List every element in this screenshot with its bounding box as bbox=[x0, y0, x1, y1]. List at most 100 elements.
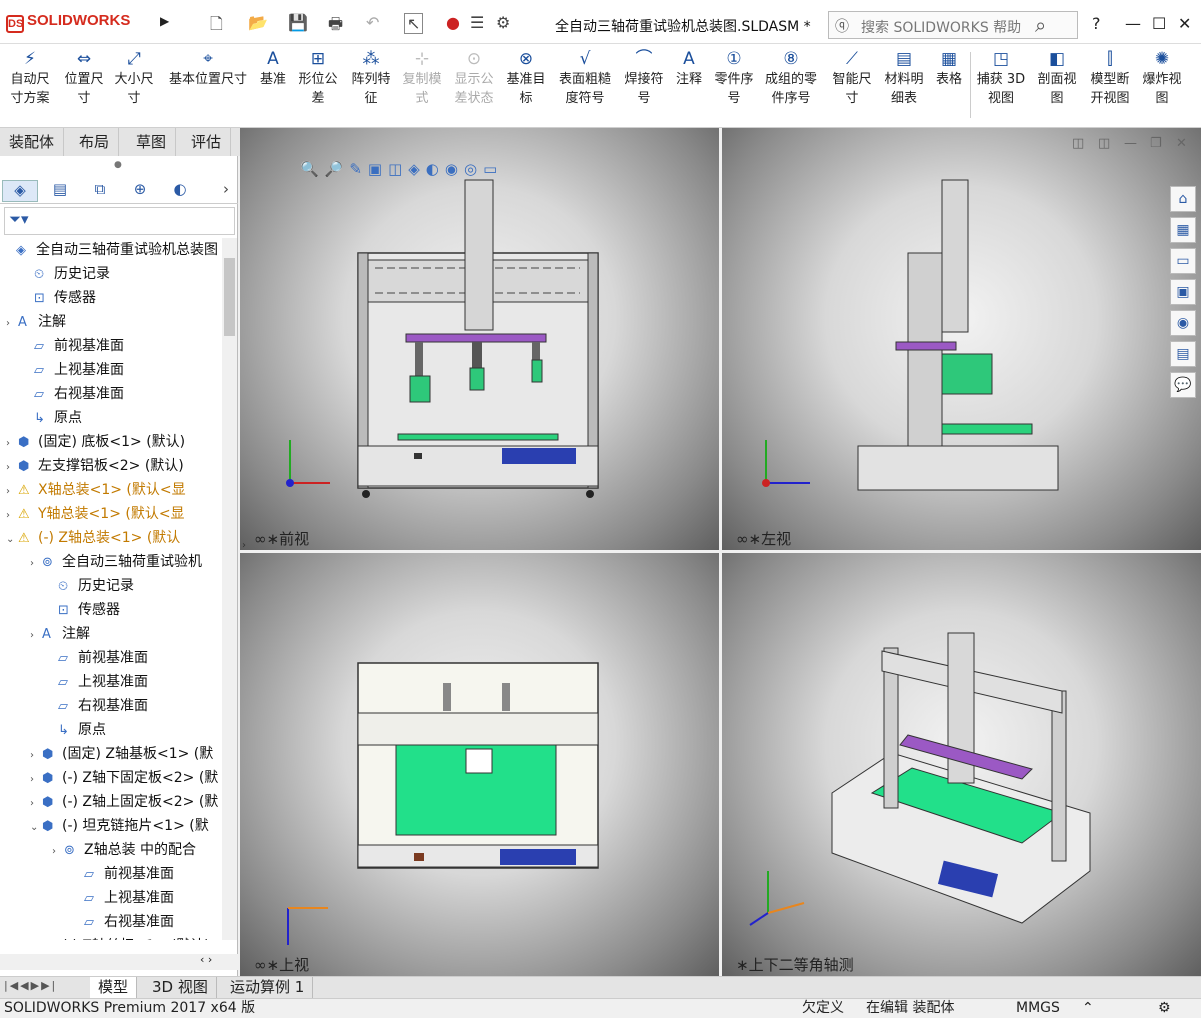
tree-filter-icon[interactable]: ⏷▾ bbox=[4, 207, 235, 235]
ribbon-button-5[interactable]: ⊞ 形位公差 bbox=[294, 50, 342, 108]
bottom-tab-2[interactable]: 运动算例 1 bbox=[222, 977, 314, 999]
expand-arrow-icon[interactable]: › bbox=[30, 768, 42, 792]
status-options-icon[interactable]: ⚙ bbox=[1158, 999, 1171, 1018]
expand-arrow-icon[interactable]: › bbox=[6, 480, 18, 504]
tree-item[interactable]: › A 注解 bbox=[30, 622, 90, 646]
panel-collapse-icon[interactable]: › bbox=[242, 540, 246, 551]
ribbon-button-16[interactable]: ▤ 材料明 细表 bbox=[880, 50, 928, 108]
expand-arrow-icon[interactable]: › bbox=[30, 744, 42, 768]
expand-arrow-icon[interactable]: › bbox=[30, 792, 42, 816]
expand-arrow-icon[interactable]: › bbox=[30, 624, 42, 648]
panel-grip-icon[interactable]: ● bbox=[114, 160, 122, 170]
property-manager-icon[interactable]: ▤ bbox=[42, 180, 78, 202]
tree-item[interactable]: ⌄ ⬢ (-) 坦克链拖片<1> (默 bbox=[30, 814, 209, 838]
design-library-icon[interactable]: ▦ bbox=[1170, 217, 1196, 243]
ribbon-button-11[interactable]: ⌒ 焊接符号 bbox=[620, 50, 668, 108]
tree-item[interactable]: ↳ 原点 bbox=[22, 406, 82, 430]
heads-up-toolbar[interactable]: 🔍🔎✎▣◫◈◐◉◎▭ bbox=[300, 160, 503, 178]
tree-item[interactable]: ›⬢(-) Z轴丝杠<1> (默认) bbox=[30, 934, 210, 940]
select-icon[interactable]: ↖ bbox=[404, 13, 424, 34]
ribbon-button-8[interactable]: ⊙ 显示公 差状态 bbox=[450, 50, 498, 108]
ribbon-button-4[interactable]: A 基准 bbox=[255, 50, 291, 89]
search-input[interactable]: 搜索 SOLIDWORKS 帮助 bbox=[861, 17, 1021, 37]
viewport-next-icon[interactable]: ◫ bbox=[1098, 136, 1110, 151]
feature-tree-icon[interactable]: ◈ bbox=[2, 180, 38, 202]
viewport-iso[interactable]: ∗上下二等角轴测 bbox=[722, 553, 1201, 976]
file-explorer-icon[interactable]: ▭ bbox=[1170, 248, 1196, 274]
tree-item[interactable]: ⊡ 传感器 bbox=[46, 598, 120, 622]
tree-item[interactable]: › ⬢ (-) Z轴下固定板<2> (默 bbox=[30, 766, 218, 790]
tree-item[interactable]: ▱ 前视基准面 bbox=[46, 646, 148, 670]
ribbon-button-21[interactable]: ✺ 爆炸视图 bbox=[1138, 50, 1186, 108]
tree-item[interactable]: ▱ 前视基准面 bbox=[22, 334, 124, 358]
tab-1[interactable]: 布局 bbox=[70, 128, 120, 156]
viewport-left[interactable]: ∞∗左视 bbox=[722, 128, 1201, 550]
tree-item[interactable]: ⊡ 传感器 bbox=[22, 286, 96, 310]
file-properties-icon[interactable]: ☰ bbox=[470, 13, 484, 32]
help-icon[interactable]: ? bbox=[1092, 14, 1101, 33]
home-icon[interactable]: ⌂ bbox=[1170, 186, 1196, 212]
tree-item[interactable]: ▱ 右视基准面 bbox=[22, 382, 124, 406]
tree-item[interactable]: ⏲ 历史记录 bbox=[22, 262, 110, 286]
tree-item[interactable]: › A 注解 bbox=[6, 310, 66, 334]
expand-arrow-icon[interactable]: › bbox=[6, 504, 18, 528]
rebuild-icon[interactable]: ● bbox=[446, 13, 460, 32]
view-palette-icon[interactable]: ▣ bbox=[1170, 279, 1196, 305]
ribbon-button-2[interactable]: ⤢ 大小尺寸 bbox=[110, 50, 158, 108]
maximize-icon[interactable]: ☐ bbox=[1152, 14, 1166, 33]
tree-item[interactable]: › ⊚ Z轴总装 中的配合 bbox=[52, 838, 196, 862]
open-icon[interactable]: 📂 bbox=[248, 13, 268, 32]
bottom-tab-0[interactable]: 模型 bbox=[90, 977, 138, 999]
ribbon-button-14[interactable]: ⑧ 成组的零 件序号 bbox=[762, 50, 820, 108]
tree-scrollbar[interactable] bbox=[222, 238, 237, 940]
viewport-front[interactable]: ∞∗前视 bbox=[240, 128, 719, 550]
ribbon-button-10[interactable]: √ 表面粗糙 度符号 bbox=[555, 50, 615, 108]
expand-arrow-icon[interactable]: › bbox=[6, 312, 18, 336]
viewport-close-icon[interactable]: ✕ bbox=[1176, 136, 1187, 151]
tab-scroll-icon[interactable]: |◀◀▶▶| bbox=[4, 979, 57, 992]
expand-arrow-icon[interactable]: › bbox=[30, 936, 42, 940]
search-icon[interactable]: ⌕ bbox=[1035, 13, 1046, 37]
configuration-icon[interactable]: ⧉ bbox=[82, 180, 118, 202]
tree-item[interactable]: › ⬢ (固定) Z轴基板<1> (默 bbox=[30, 742, 213, 766]
ribbon-button-12[interactable]: A 注释 bbox=[672, 50, 706, 89]
new-icon[interactable]: 🗋 bbox=[210, 13, 223, 40]
tab-3[interactable]: 评估 bbox=[182, 128, 232, 156]
viewport-splitter-horizontal[interactable] bbox=[240, 550, 1201, 553]
expand-arrow-icon[interactable]: › bbox=[6, 432, 18, 456]
close-icon[interactable]: ✕ bbox=[1178, 14, 1191, 33]
ribbon-button-19[interactable]: ◧ 剖面视图 bbox=[1033, 50, 1081, 108]
tree-item[interactable]: ▱ 上视基准面 bbox=[46, 670, 148, 694]
ribbon-button-20[interactable]: ⫿ 模型断 开视图 bbox=[1086, 50, 1134, 108]
ribbon-button-17[interactable]: ▦ 表格 bbox=[932, 50, 966, 89]
tree-item[interactable]: ▱ 前视基准面 bbox=[72, 862, 174, 886]
tree-item[interactable]: ↳ 原点 bbox=[46, 718, 106, 742]
status-units[interactable]: MMGS bbox=[1016, 999, 1060, 1018]
save-icon[interactable]: 💾 bbox=[288, 13, 308, 32]
ribbon-button-9[interactable]: ⊗ 基准目标 bbox=[502, 50, 550, 108]
tab-2[interactable]: 草图 bbox=[127, 128, 177, 156]
ribbon-button-13[interactable]: ① 零件序号 bbox=[710, 50, 758, 108]
bottom-tab-1[interactable]: 3D 视图 bbox=[144, 977, 217, 999]
forum-icon[interactable]: 💬 bbox=[1170, 372, 1196, 398]
custom-properties-icon[interactable]: ▤ bbox=[1170, 341, 1196, 367]
expand-menu-icon[interactable]: ▶ bbox=[160, 14, 169, 28]
ribbon-button-15[interactable]: ⟋ 智能尺寸 bbox=[828, 50, 876, 108]
expand-arrow-icon[interactable]: ⌄ bbox=[30, 816, 42, 840]
solidworks-logo[interactable]: DS SOLIDWORKS bbox=[6, 12, 154, 36]
tree-item[interactable]: › ⬢ (-) Z轴上固定板<2> (默 bbox=[30, 790, 218, 814]
appearances-icon[interactable]: ◉ bbox=[1170, 310, 1196, 336]
viewport-minimize-icon[interactable]: — bbox=[1124, 136, 1137, 151]
viewport-restore-icon[interactable]: ❐ bbox=[1150, 136, 1162, 151]
options-gear-icon[interactable]: ⚙ bbox=[496, 13, 510, 32]
tree-item[interactable]: › ⚠ Y轴总装<1> (默认<显 bbox=[6, 502, 185, 526]
viewport-prev-icon[interactable]: ◫ bbox=[1072, 136, 1084, 151]
expand-arrow-icon[interactable]: › bbox=[30, 552, 42, 576]
tree-item[interactable]: ▱ 上视基准面 bbox=[22, 358, 124, 382]
panel-more-icon[interactable]: › bbox=[208, 180, 244, 202]
print-icon[interactable]: 🖶 bbox=[328, 13, 343, 40]
search-box[interactable]: ⓠ 搜索 SOLIDWORKS 帮助 ⌕ bbox=[828, 11, 1078, 39]
tree-item[interactable]: ⌄ ⚠ (-) Z轴总装<1> (默认 bbox=[6, 526, 180, 550]
dimxpert-icon[interactable]: ⊕ bbox=[122, 180, 158, 202]
undo-icon[interactable]: ↶ bbox=[366, 13, 379, 32]
